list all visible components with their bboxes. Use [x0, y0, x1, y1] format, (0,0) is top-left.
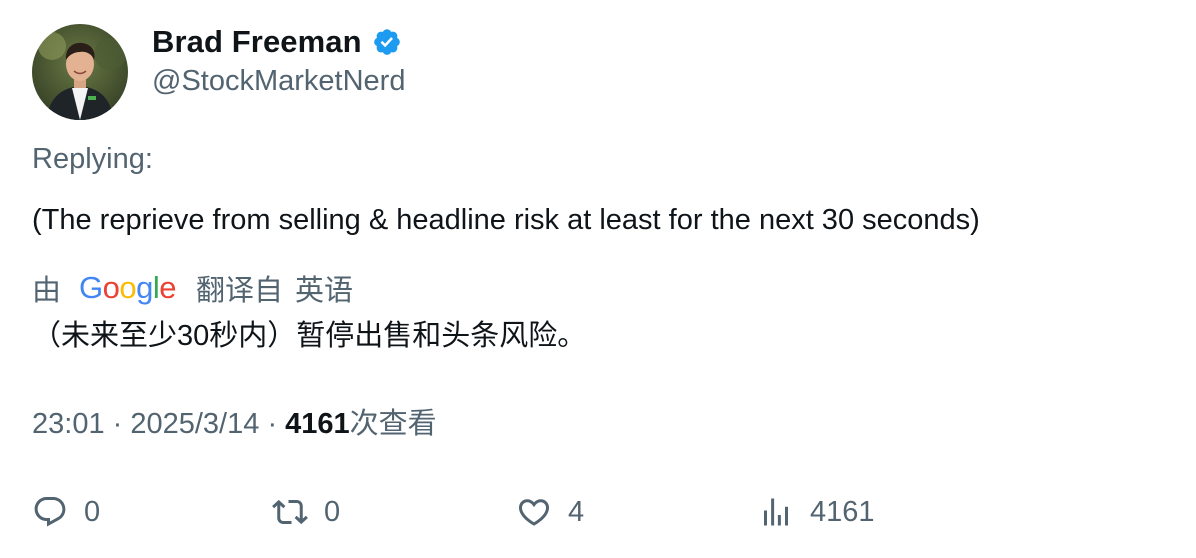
translated-from-label: 翻译自	[196, 275, 284, 307]
google-logo-icon: Google	[79, 270, 177, 305]
translated-text: （未来至少30秒内）暂停出售和头条风险。	[32, 320, 587, 352]
tweet-text: (The reprieve from selling & headline ri…	[32, 204, 980, 236]
like-count: 4	[568, 495, 585, 528]
analytics-icon	[764, 498, 788, 526]
views-count: 4161	[285, 408, 350, 440]
verified-badge-icon[interactable]	[372, 27, 402, 57]
retweet-button[interactable]: 0	[272, 490, 340, 534]
retweet-count: 0	[324, 495, 341, 528]
profile-photo-icon	[32, 24, 128, 120]
reply-icon	[34, 497, 66, 527]
meta-separator: ·	[112, 408, 131, 440]
author-name-row: Brad Freeman	[152, 22, 402, 62]
meta-separator: ·	[267, 408, 286, 440]
like-button[interactable]: 4	[516, 490, 584, 534]
action-bar: 0 0 4 4161	[32, 490, 1132, 534]
heart-icon	[518, 499, 550, 526]
tweet-time[interactable]: 23:01	[32, 408, 105, 440]
retweet-icon	[272, 499, 308, 525]
source-language: 英语	[295, 275, 354, 307]
reply-button[interactable]: 0	[32, 490, 100, 534]
views-action-count: 4161	[810, 495, 875, 528]
author-display-name[interactable]: Brad Freeman	[152, 24, 362, 60]
views-label: 次查看	[349, 408, 437, 440]
avatar[interactable]	[32, 24, 128, 120]
tweet-meta: 23:01 · 2025/3/14 · 4161次查看	[32, 402, 437, 446]
tweet-date[interactable]: 2025/3/14	[130, 408, 259, 440]
translation-attribution: 由 Google 翻译自 英语	[32, 266, 353, 310]
reply-count: 0	[84, 495, 101, 528]
views-button[interactable]: 4161	[758, 490, 875, 534]
author-handle[interactable]: @StockMarketNerd	[152, 62, 405, 100]
replying-label: Replying:	[32, 143, 153, 175]
translation-by-label: 由	[32, 275, 62, 307]
